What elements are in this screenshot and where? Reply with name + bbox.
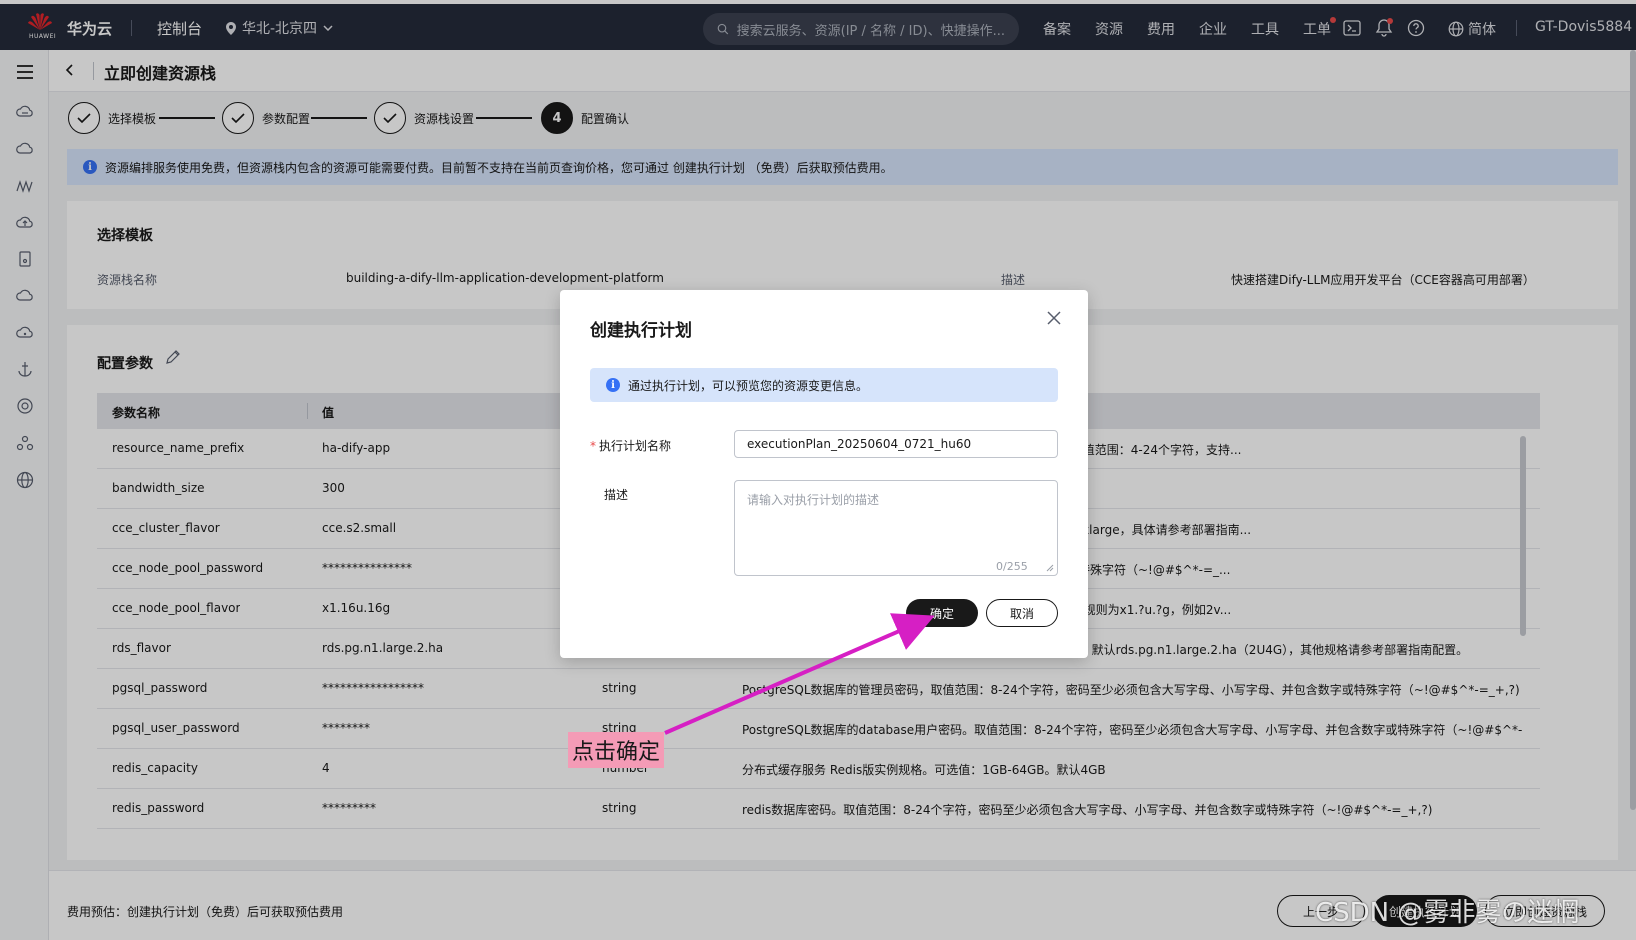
annotation-callout: 点击确定 [568,732,665,768]
watermark-text: CSDN @雾非雾の迷惘 [1315,898,1580,928]
annotation-arrow-icon [664,613,935,735]
